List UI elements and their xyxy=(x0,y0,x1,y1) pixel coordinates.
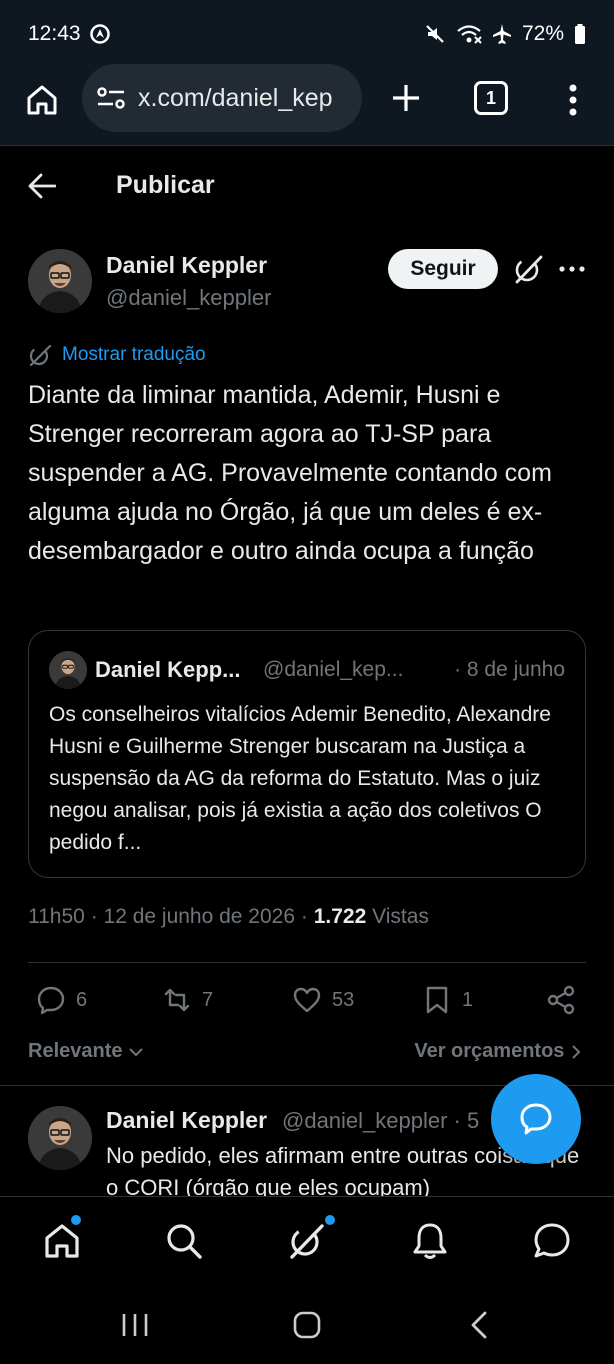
repost-count: 7 xyxy=(202,988,214,1011)
wifi-off-icon xyxy=(457,25,482,44)
reply-author-handle[interactable]: @daniel_keppler · 5 xyxy=(282,1108,479,1134)
author-avatar[interactable] xyxy=(28,249,92,313)
show-translation-link[interactable]: Mostrar tradução xyxy=(62,344,206,366)
reply-avatar-photo xyxy=(28,1106,92,1170)
grok-notification-dot xyxy=(325,1215,335,1225)
more-vert-icon[interactable] xyxy=(560,80,586,120)
share-button[interactable] xyxy=(546,985,576,1015)
views-label: Vistas xyxy=(372,905,429,928)
status-icons: 72% xyxy=(424,22,586,46)
browser-toolbar: x.com/daniel_kep 1 xyxy=(0,64,614,146)
grok-translate-icon xyxy=(29,344,52,367)
reply-count: 6 xyxy=(76,988,88,1011)
follow-button[interactable]: Seguir xyxy=(388,249,498,289)
home-notification-dot xyxy=(71,1215,81,1225)
repost-button[interactable]: 7 xyxy=(162,985,213,1015)
home-icon[interactable] xyxy=(24,82,60,118)
tweet-meta: 11h50 · 12 de junho de 2026 · 1.722 Vist… xyxy=(28,905,429,929)
page-header: Publicar xyxy=(0,147,614,227)
quote-author-avatar xyxy=(49,651,87,689)
share-icon xyxy=(547,985,575,1015)
like-count: 53 xyxy=(332,988,355,1011)
quote-author-handle: @daniel_kep... xyxy=(263,658,404,681)
reply-icon xyxy=(37,986,65,1015)
status-time: 12:43 xyxy=(28,22,81,45)
reply-button[interactable]: 6 xyxy=(36,985,87,1015)
home-button-icon[interactable] xyxy=(292,1310,322,1340)
reply-author-avatar[interactable] xyxy=(28,1106,92,1170)
author-name[interactable]: Daniel Keppler xyxy=(106,252,267,279)
page-title: Publicar xyxy=(116,171,215,199)
quoted-tweet-card[interactable]: Daniel Kepp... @daniel_kep... · 8 de jun… xyxy=(28,630,586,878)
reply-compose-icon xyxy=(520,1103,552,1135)
like-button[interactable]: 53 xyxy=(292,985,354,1015)
bookmark-count: 1 xyxy=(462,988,474,1011)
url-text[interactable]: x.com/daniel_kep xyxy=(138,84,352,113)
grok-icon[interactable] xyxy=(512,253,544,285)
bookmark-icon xyxy=(426,986,448,1014)
repost-icon xyxy=(164,988,190,1012)
meta-separator: · xyxy=(90,905,104,928)
android-nav-bar xyxy=(0,1288,614,1364)
quote-avatar-photo xyxy=(49,651,87,689)
notifications-tab-icon[interactable] xyxy=(410,1221,450,1261)
sort-relevance-dropdown[interactable]: Relevante xyxy=(28,1040,144,1063)
back-button-icon[interactable] xyxy=(468,1310,490,1340)
tab-switcher-button[interactable]: 1 xyxy=(474,81,508,115)
more-options-icon[interactable] xyxy=(558,260,586,278)
reply-author-name[interactable]: Daniel Keppler xyxy=(106,1107,267,1134)
navigation-notification-icon xyxy=(90,24,110,44)
author-handle[interactable]: @daniel_keppler xyxy=(106,285,271,311)
bottom-nav xyxy=(0,1196,614,1288)
chevron-right-icon xyxy=(572,1045,581,1059)
status-bar: 12:43 72% xyxy=(0,0,614,68)
views-count: 1.722 xyxy=(313,905,367,928)
search-tab-icon[interactable] xyxy=(164,1221,204,1261)
compose-reply-fab[interactable] xyxy=(491,1074,581,1164)
airplane-mode-icon xyxy=(492,24,511,44)
quote-text: Os conselheiros vitalícios Ademir Benedi… xyxy=(49,703,551,854)
site-settings-icon[interactable] xyxy=(96,86,126,110)
back-arrow-icon[interactable] xyxy=(28,173,56,199)
heart-icon xyxy=(293,987,321,1013)
tweet-text: Diante da liminar mantida, Ademir, Husni… xyxy=(28,381,552,565)
address-bar[interactable]: x.com/daniel_kep xyxy=(82,64,362,132)
meta-separator: · xyxy=(300,905,314,928)
view-quotes-link[interactable]: Ver orçamentos xyxy=(414,1040,582,1063)
bookmark-button[interactable]: 1 xyxy=(422,985,473,1015)
sort-relevance-label: Relevante xyxy=(28,1040,123,1062)
recent-apps-icon[interactable] xyxy=(120,1312,150,1338)
translate-row[interactable]: Mostrar tradução xyxy=(28,343,206,367)
tweet-date: 12 de junho de 2026 xyxy=(103,905,296,928)
chevron-down-icon xyxy=(129,1048,143,1057)
avatar-photo xyxy=(28,249,92,313)
home-tab-icon[interactable] xyxy=(42,1221,82,1261)
quote-author-name: Daniel Kepp... xyxy=(95,657,241,682)
grok-tab-icon[interactable] xyxy=(286,1221,326,1261)
battery-icon xyxy=(575,24,585,44)
new-tab-icon[interactable] xyxy=(388,80,424,116)
view-quotes-label: Ver orçamentos xyxy=(414,1040,565,1062)
messages-tab-icon[interactable] xyxy=(532,1221,572,1261)
tweet-time: 11h50 xyxy=(28,905,85,928)
mute-icon xyxy=(426,25,444,43)
divider xyxy=(28,962,586,963)
quote-date: · 8 de junho xyxy=(454,658,565,681)
battery-percent: 72% xyxy=(521,22,564,45)
